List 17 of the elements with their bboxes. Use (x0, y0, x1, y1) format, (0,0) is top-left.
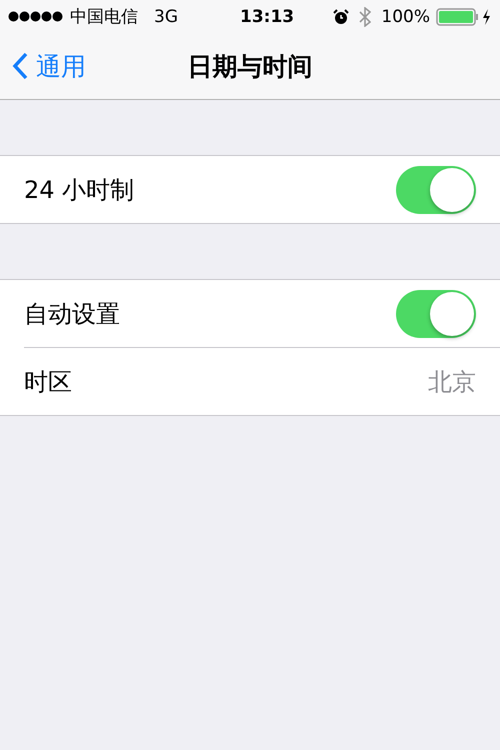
back-button[interactable]: 通用 (0, 50, 86, 82)
bluetooth-icon (359, 6, 372, 26)
setting-label: 24 小时制 (24, 174, 134, 206)
alarm-clock-icon (333, 8, 350, 24)
battery-charging-icon (436, 6, 492, 26)
setting-label: 时区 (24, 366, 72, 398)
toggle-switch[interactable] (396, 166, 476, 214)
battery-percent: 100% (381, 6, 430, 26)
back-chevron-icon (12, 52, 28, 80)
toggle-switch[interactable] (396, 290, 476, 338)
network-type: 3G (154, 6, 178, 26)
carrier-name: 中国电信 (70, 6, 138, 28)
clock-time: 13:13 (240, 6, 294, 26)
setting-label: 自动设置 (24, 298, 120, 330)
setting-value: 北京 (428, 366, 476, 398)
page-title: 日期与时间 (188, 50, 312, 82)
signal-icon (8, 11, 64, 22)
